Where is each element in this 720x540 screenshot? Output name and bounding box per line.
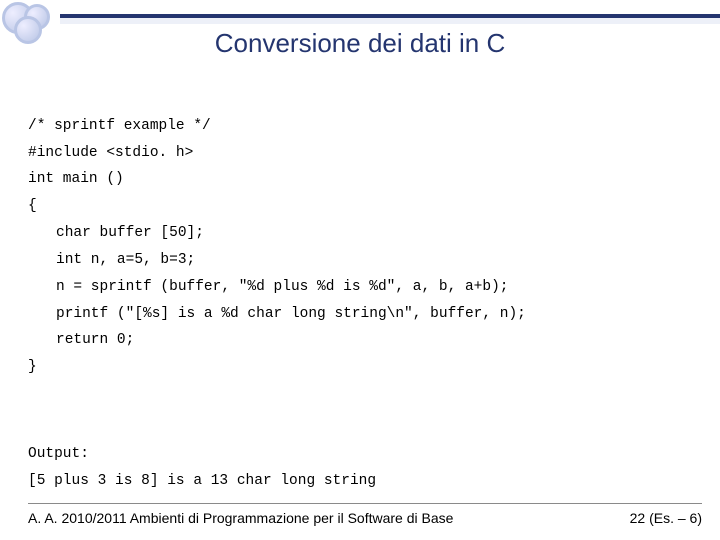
slide-footer: A. A. 2010/2011 Ambienti di Programmazio… (28, 503, 702, 526)
code-line: printf ("[%s] is a %d char long string\n… (28, 301, 692, 328)
code-line: { (28, 198, 37, 214)
output-label: Output: (28, 446, 89, 462)
code-line: /* sprintf example */ (28, 118, 211, 134)
code-listing: /* sprintf example */ #include <stdio. h… (28, 86, 692, 381)
footer-right: 22 (Es. – 6) (630, 510, 702, 526)
footer-left: A. A. 2010/2011 Ambienti di Programmazio… (28, 510, 453, 526)
output-listing: Output: [5 plus 3 is 8] is a 13 char lon… (28, 414, 692, 494)
code-line: return 0; (28, 327, 692, 354)
header-bar (60, 14, 720, 18)
code-line: n = sprintf (buffer, "%d plus %d is %d",… (28, 274, 692, 301)
code-line: #include <stdio. h> (28, 145, 193, 161)
slide-title: Conversione dei dati in C (0, 28, 720, 59)
code-line: char buffer [50]; (28, 220, 692, 247)
code-line: int main () (28, 171, 124, 187)
code-line: } (28, 359, 37, 375)
output-line: [5 plus 3 is 8] is a 13 char long string (28, 473, 376, 489)
code-line: int n, a=5, b=3; (28, 247, 692, 274)
